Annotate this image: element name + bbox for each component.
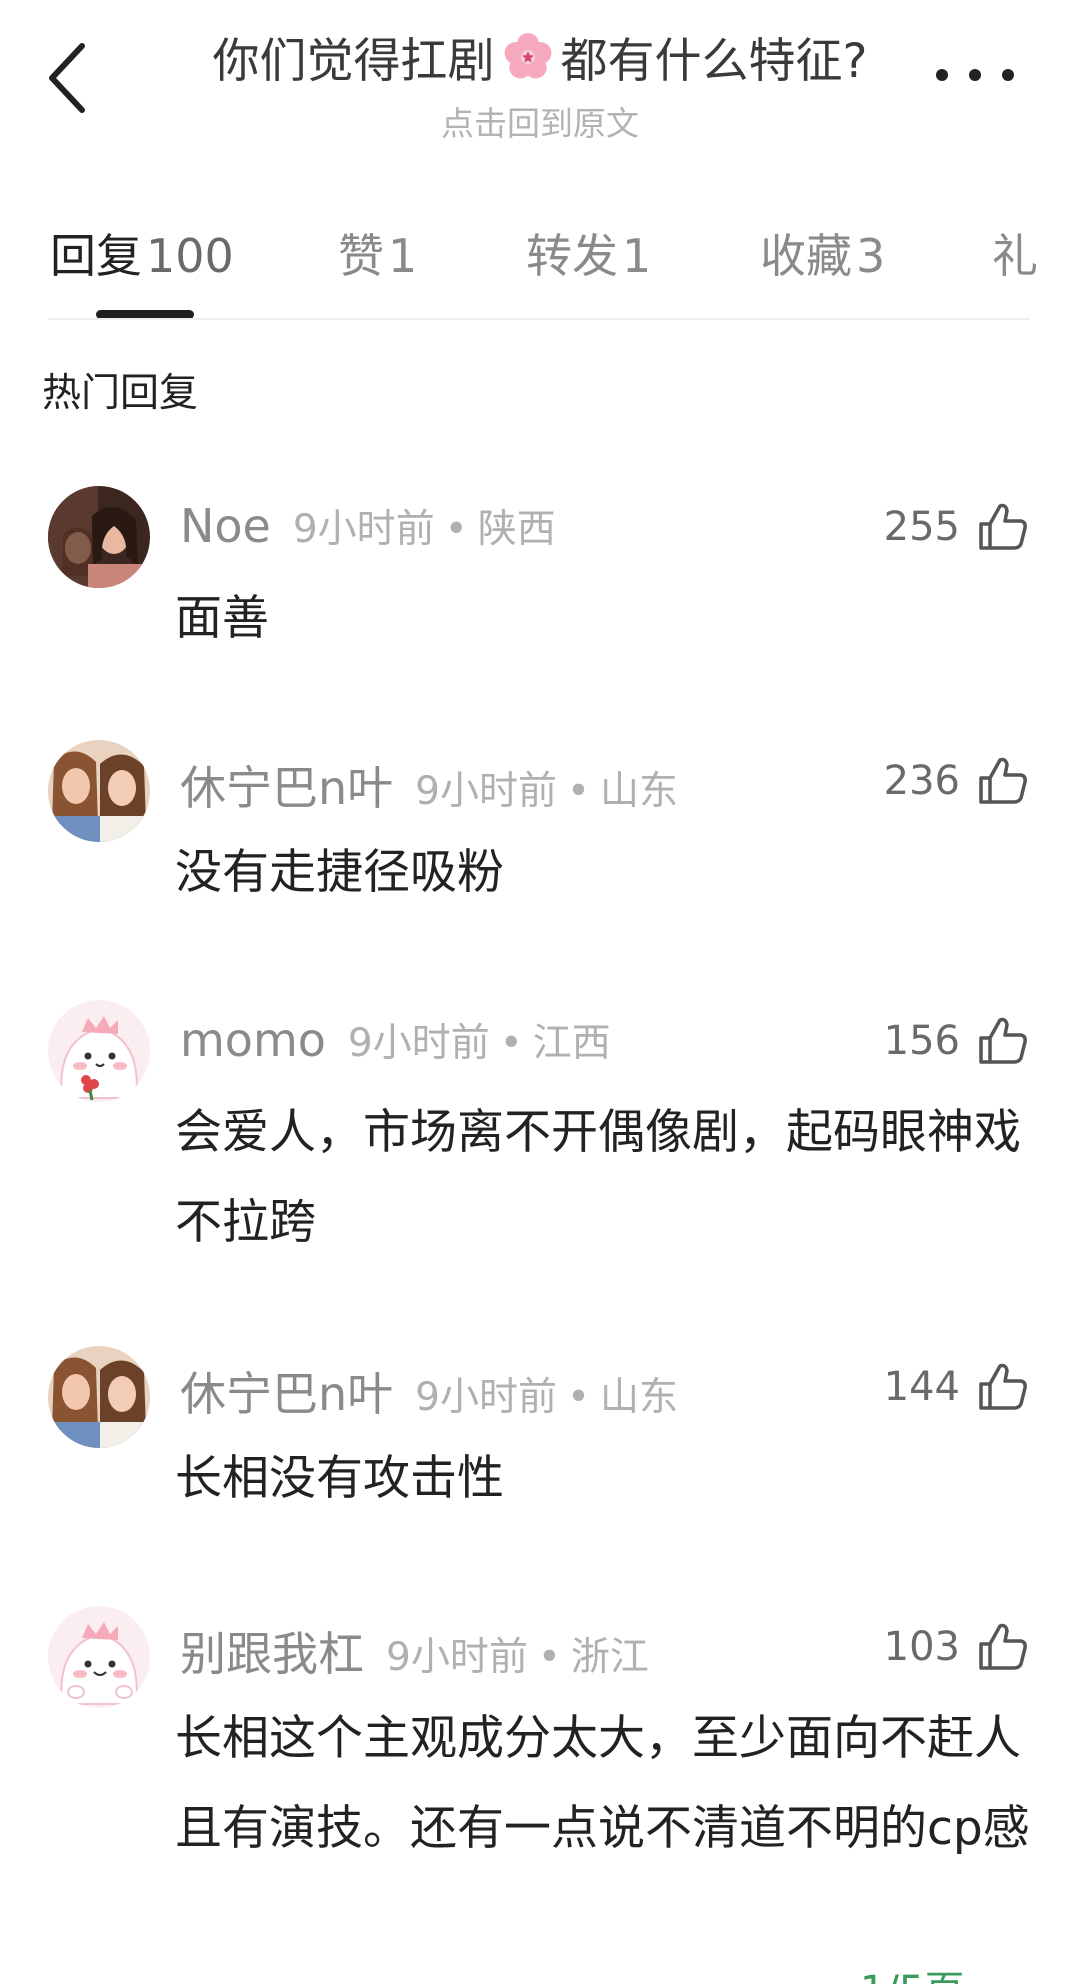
username[interactable]: Noe — [180, 499, 271, 553]
chevron-left-icon — [49, 43, 85, 113]
comment-text: 长相没有攻击性 — [175, 1451, 504, 1506]
more-horizontal-icon — [936, 69, 1014, 81]
tab-replies[interactable]: 回复100 — [50, 220, 234, 286]
separator-dot: • — [566, 1375, 590, 1420]
tab-label: 赞 — [338, 229, 384, 283]
tab-count: 100 — [146, 229, 234, 283]
like-button[interactable]: 236 — [860, 748, 1030, 814]
tab-label: 礼 — [992, 229, 1038, 283]
avatar-photo — [48, 1606, 150, 1708]
separator-dot: • — [537, 1635, 561, 1680]
username[interactable]: 别跟我杠 — [180, 1618, 364, 1684]
thumbs-up-icon — [979, 1623, 1027, 1670]
tab-label: 收藏 — [760, 229, 852, 283]
username[interactable]: momo — [180, 1013, 326, 1067]
avatar[interactable] — [48, 1000, 150, 1102]
like-count: 255 — [883, 504, 960, 550]
tab-count: 1 — [388, 229, 418, 283]
title-text-after: 都有什么特征? — [560, 34, 868, 89]
back-button[interactable] — [44, 38, 94, 118]
comment-time: 9小时前 — [347, 1021, 490, 1066]
tab-reposts[interactable]: 转发1 — [526, 220, 651, 286]
like-button[interactable]: 144 — [860, 1354, 1030, 1420]
separator-dot: • — [566, 769, 590, 814]
post-title-block[interactable]: 你们觉得扛剧 都有什么特征? 点击回到原文 — [140, 22, 940, 145]
thumbs-up-icon — [979, 757, 1027, 804]
comment-location: 山东 — [600, 769, 679, 814]
tab-label: 回复 — [50, 229, 142, 283]
like-count: 156 — [883, 1018, 960, 1064]
tab-gifts[interactable]: 礼 — [992, 220, 1042, 286]
post-title: 你们觉得扛剧 都有什么特征? — [212, 22, 868, 91]
comment-text: 没有走捷径吸粉 — [175, 845, 504, 900]
avatar-photo — [48, 740, 150, 842]
comment-time: 9小时前 — [415, 769, 557, 814]
thumbs-up-icon — [979, 1363, 1027, 1410]
comment-text: 长相这个主观成分太大，至少面向不赶人且有演技。还有一点说不清道不明的cp感 — [175, 1711, 1030, 1856]
comment-meta: momo 9小时前 • 江西 — [180, 1012, 611, 1072]
more-button[interactable] — [930, 60, 1020, 90]
thumbs-up-icon — [979, 503, 1027, 550]
post-tabs: 回复100 赞1 转发1 收藏3 礼 — [0, 210, 1076, 320]
comment-meta: 休宁巴n叶 9小时前 • 山东 — [180, 752, 678, 815]
hot-replies-heading: 热门回复 — [42, 371, 199, 416]
comment-location: 陕西 — [477, 507, 556, 552]
avatar-photo — [48, 1000, 150, 1102]
thumbs-up-icon — [979, 1017, 1027, 1064]
username[interactable]: 休宁巴n叶 — [180, 1358, 393, 1424]
sakura-emoji-icon — [504, 32, 551, 78]
separator-dot: • — [499, 1021, 523, 1066]
comment-meta: 别跟我杠 9小时前 • 浙江 — [180, 1618, 649, 1681]
comment-text: 会爱人，市场离不开偶像剧，起码眼神戏不拉跨 — [175, 1105, 1021, 1250]
tabs-divider — [48, 318, 1030, 320]
avatar[interactable] — [48, 486, 150, 588]
comment-time: 9小时前 — [386, 1635, 528, 1680]
like-count: 144 — [883, 1364, 960, 1410]
username[interactable]: 休宁巴n叶 — [180, 752, 393, 818]
avatar[interactable] — [48, 1346, 150, 1448]
comment-meta: Noe 9小时前 • 陕西 — [180, 498, 556, 558]
comment-location: 山东 — [600, 1375, 679, 1420]
separator-dot: • — [444, 507, 468, 552]
tab-likes[interactable]: 赞1 — [338, 220, 417, 286]
title-text-before: 你们觉得扛剧 — [212, 34, 495, 89]
back-to-original-link[interactable]: 点击回到原文 — [140, 97, 940, 145]
tab-count: 3 — [856, 229, 886, 283]
avatar[interactable] — [48, 740, 150, 842]
like-button[interactable]: 103 — [860, 1614, 1030, 1680]
comment-location: 江西 — [532, 1021, 611, 1066]
like-count: 236 — [883, 758, 960, 804]
tab-favorites[interactable]: 收藏3 — [760, 220, 885, 286]
tab-label: 转发 — [526, 229, 618, 283]
avatar[interactable] — [48, 1606, 150, 1708]
avatar-photo — [48, 486, 150, 588]
like-button[interactable]: 156 — [860, 1008, 1030, 1074]
like-button[interactable]: 255 — [860, 494, 1030, 560]
comment-location: 浙江 — [570, 1635, 649, 1680]
page-indicator: 1/5页 — [860, 1958, 964, 1984]
comment-meta: 休宁巴n叶 9小时前 • 山东 — [180, 1358, 678, 1421]
tab-count: 1 — [622, 229, 652, 283]
comment-time: 9小时前 — [292, 507, 435, 552]
comment-text: 面善 — [175, 591, 269, 646]
avatar-photo — [48, 1346, 150, 1448]
comment-time: 9小时前 — [415, 1375, 557, 1420]
top-bar: 你们觉得扛剧 都有什么特征? 点击回到原文 — [0, 0, 1076, 150]
like-count: 103 — [883, 1624, 960, 1670]
